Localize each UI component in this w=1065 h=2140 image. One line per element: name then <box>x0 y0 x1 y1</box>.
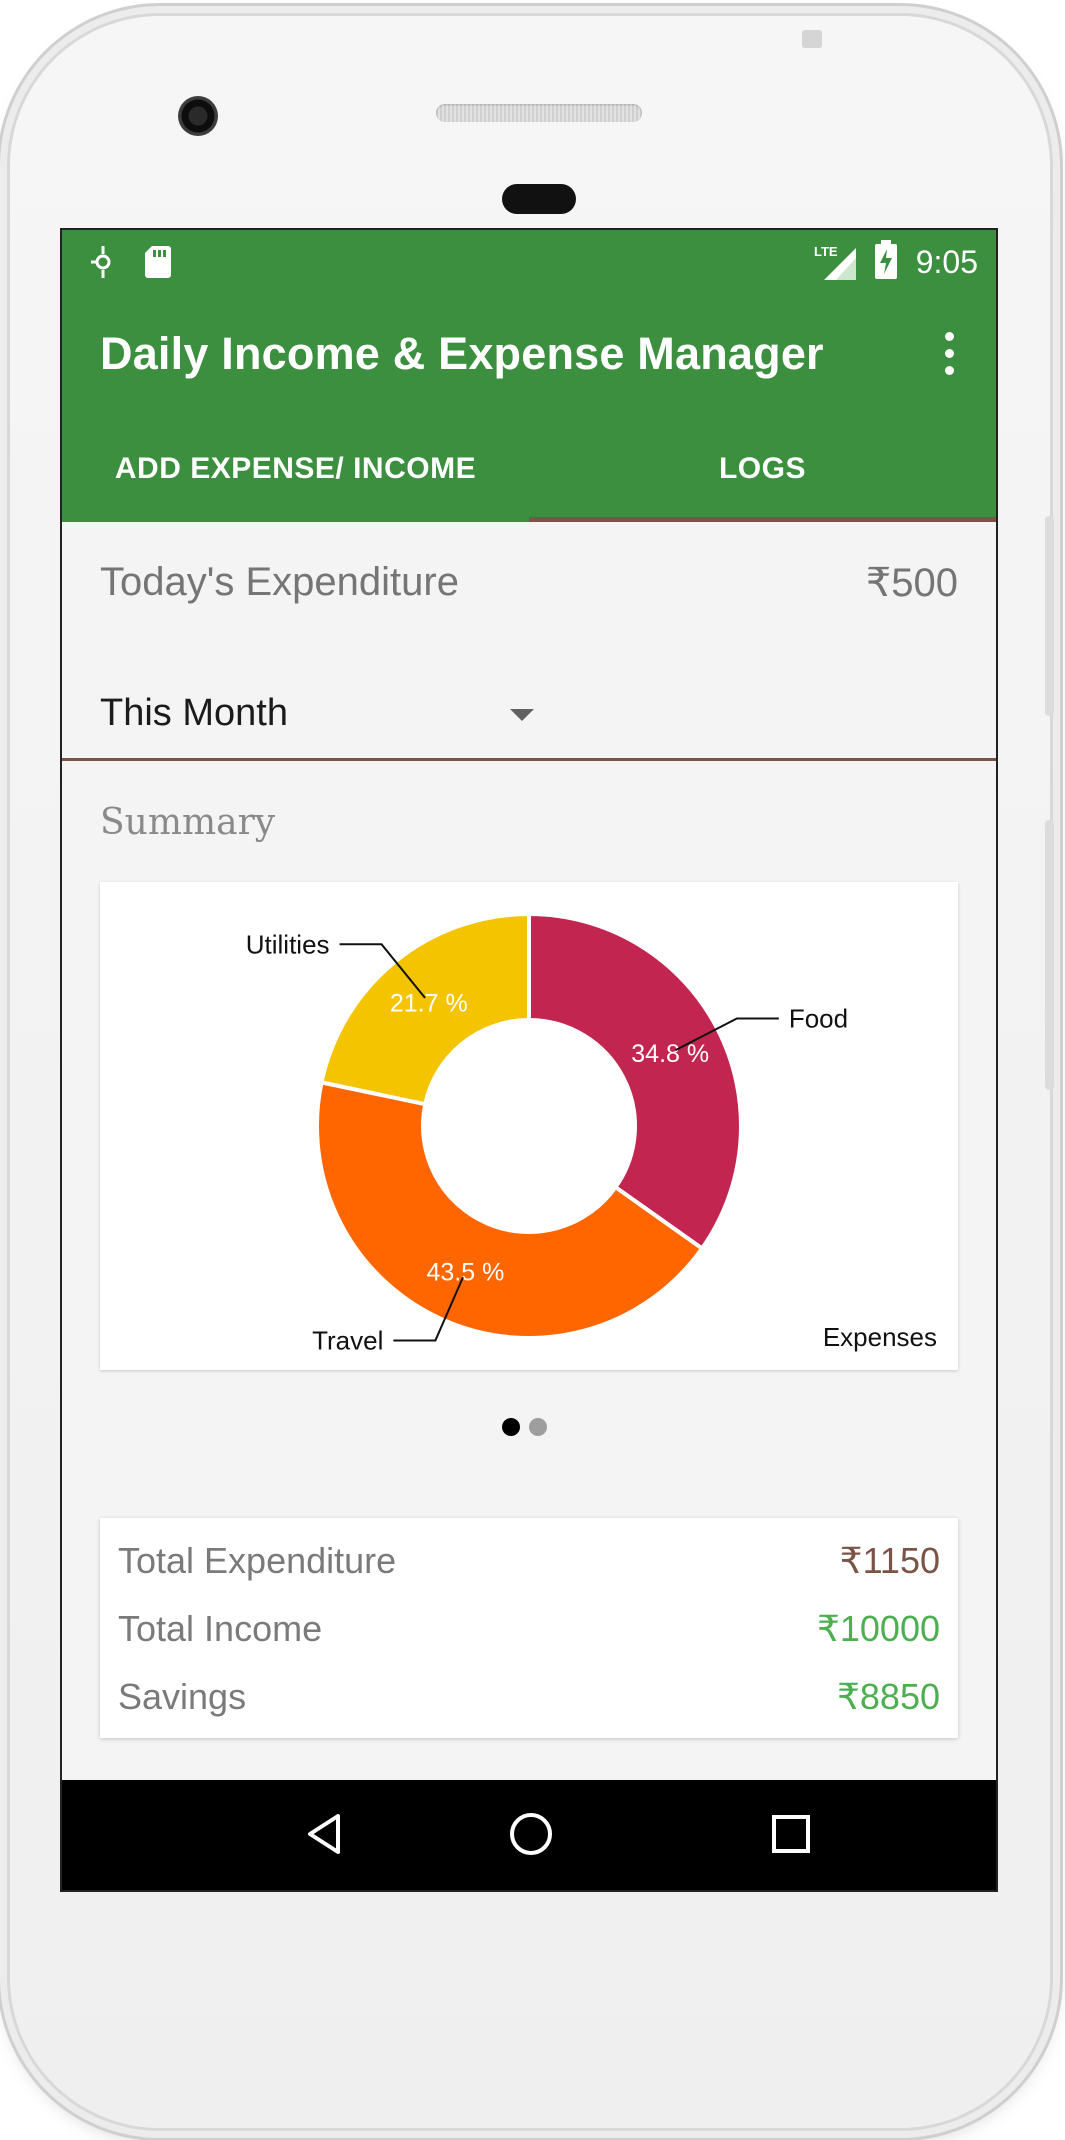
battery-charging-icon <box>874 240 898 285</box>
pager-dot-2[interactable] <box>529 1418 547 1436</box>
today-expenditure-value: ₹500 <box>865 561 958 605</box>
front-camera <box>178 96 218 136</box>
today-expenditure-label: Today's Expenditure <box>100 560 459 604</box>
expense-chart-card[interactable]: 34.8 % Food 43.5 % Travel 21.7 % Utilities Ex… <box>100 882 958 1370</box>
summary-title: Summary <box>100 802 276 843</box>
slice-percent-travel: 43.5 % <box>426 1259 504 1287</box>
status-time: 9:05 <box>915 244 978 280</box>
back-icon[interactable] <box>302 1810 350 1858</box>
dropdown-arrow-icon[interactable] <box>510 709 534 721</box>
home-icon[interactable] <box>507 1810 555 1858</box>
app-screen: LTE 9:05 Daily Income & Expense Manager … <box>60 228 998 1892</box>
total-expenditure-label: Total Expenditure <box>118 1540 397 1581</box>
total-income-row: Total Income ₹10000 <box>118 1608 940 1650</box>
expense-donut-chart: 34.8 % Food 43.5 % Travel 21.7 % Utilities Ex… <box>246 911 937 1355</box>
status-bar: LTE 9:05 <box>62 230 996 292</box>
slice-percent-food: 34.8 % <box>631 1040 709 1068</box>
tab-logs[interactable]: LOGS <box>529 430 996 522</box>
proximity-sensor <box>502 184 576 214</box>
savings-label: Savings <box>118 1676 247 1717</box>
tab-selected-indicator <box>529 517 996 522</box>
app-title: Daily Income & Expense Manager <box>100 328 824 379</box>
total-expenditure-row: Total Expenditure ₹1150 <box>118 1540 940 1582</box>
chart-description: Expenses <box>823 1322 937 1352</box>
phone-top-button <box>802 30 822 48</box>
slice-name-utilities: Utilities <box>246 929 330 959</box>
chart-pager <box>502 1418 562 1438</box>
slice-name-food: Food <box>789 1003 848 1033</box>
sd-card-icon <box>144 244 172 283</box>
slice-name-travel: Travel <box>312 1325 383 1355</box>
slice-percent-utilities: 21.7 % <box>390 990 468 1018</box>
lte-label: LTE <box>814 244 838 259</box>
period-select[interactable]: This Month <box>100 692 538 742</box>
recents-icon[interactable] <box>767 1810 815 1858</box>
slice-food[interactable] <box>527 911 743 1252</box>
total-expenditure-value: ₹1150 <box>839 1540 940 1581</box>
phone-side-button-upper <box>1045 516 1054 716</box>
pager-dot-1[interactable] <box>502 1418 520 1436</box>
total-income-label: Total Income <box>118 1608 323 1649</box>
savings-value: ₹8850 <box>837 1676 940 1717</box>
select-divider <box>62 758 996 761</box>
earpiece-speaker <box>436 104 642 122</box>
tab-add-expense-income[interactable]: ADD EXPENSE/ INCOME <box>62 430 529 522</box>
app-bar: LTE 9:05 Daily Income & Expense Manager … <box>62 230 996 522</box>
savings-row: Savings ₹8850 <box>118 1676 940 1718</box>
nav-bar <box>62 1780 996 1890</box>
tab-bar: ADD EXPENSE/ INCOME LOGS <box>62 430 996 522</box>
totals-card: Total Expenditure ₹1150 Total Income ₹10… <box>100 1518 958 1738</box>
phone-side-button-lower <box>1045 820 1054 1090</box>
more-vert-icon[interactable] <box>942 332 956 380</box>
total-income-value: ₹10000 <box>816 1608 940 1649</box>
location-icon <box>88 242 118 287</box>
today-expenditure-row: Today's Expenditure ₹500 <box>100 560 958 606</box>
lte-signal-icon: LTE <box>814 242 858 287</box>
